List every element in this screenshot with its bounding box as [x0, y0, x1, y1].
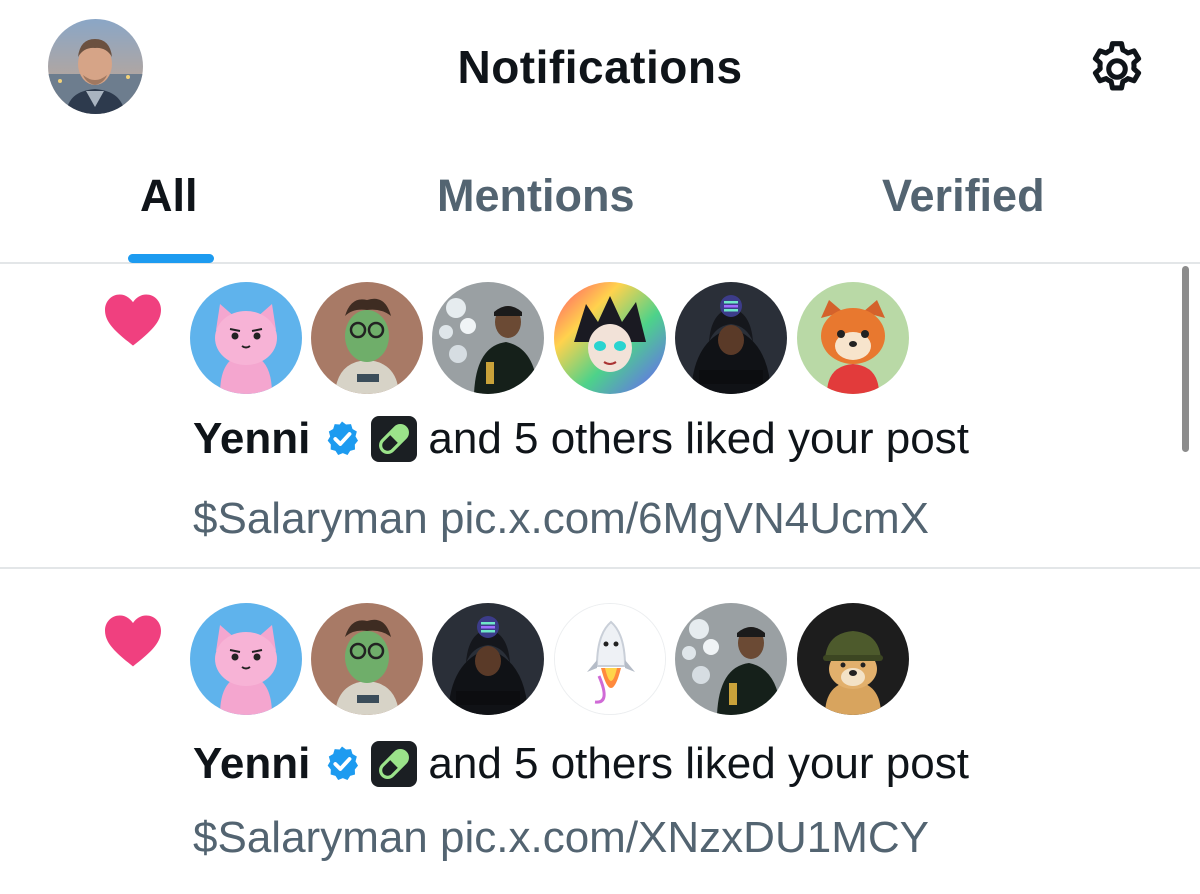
- pink-cat-avatar[interactable]: [190, 282, 302, 394]
- pill-emoji-icon: [370, 740, 418, 788]
- pill-emoji-icon: [370, 415, 418, 463]
- notification-item[interactable]: Yenni and 5 others liked your post $Sala…: [0, 264, 1200, 569]
- settings-button[interactable]: [1082, 38, 1152, 100]
- scrollbar[interactable]: [1182, 266, 1189, 452]
- green-character-avatar[interactable]: [311, 282, 423, 394]
- hooded-man-solana-avatar[interactable]: [432, 603, 544, 715]
- green-character-avatar[interactable]: [311, 603, 423, 715]
- post-preview-text[interactable]: $Salaryman pic.x.com/6MgVN4UcmX: [193, 494, 929, 544]
- user-name[interactable]: Yenni: [193, 739, 310, 789]
- champagne-man-avatar[interactable]: [675, 603, 787, 715]
- header: Notifications: [0, 0, 1200, 135]
- rainbow-anime-avatar[interactable]: [554, 282, 666, 394]
- active-tab-indicator: [128, 254, 214, 263]
- heart-icon: [102, 613, 164, 669]
- user-name[interactable]: Yenni: [193, 414, 310, 464]
- notification-summary: Yenni and 5 others liked your post: [193, 739, 969, 789]
- tab-all[interactable]: All: [140, 170, 198, 222]
- champagne-man-avatar[interactable]: [432, 282, 544, 394]
- helmet-dog-avatar[interactable]: [797, 603, 909, 715]
- page-title: Notifications: [457, 41, 743, 93]
- notification-action-text: and 5 others liked your post: [428, 414, 969, 463]
- pink-cat-avatar[interactable]: [190, 603, 302, 715]
- hooded-man-solana-avatar[interactable]: [675, 282, 787, 394]
- gear-icon: [1092, 41, 1142, 91]
- verified-badge-icon: [322, 744, 362, 784]
- notification-item[interactable]: Yenni and 5 others liked your post $Sala…: [0, 571, 1200, 894]
- notification-summary: Yenni and 5 others liked your post: [193, 414, 969, 464]
- tab-bar: All Mentions Verified: [0, 140, 1200, 264]
- post-preview-text[interactable]: $Salaryman pic.x.com/XNzxDU1MCY: [193, 813, 929, 863]
- verified-badge-icon: [322, 419, 362, 459]
- tab-mentions[interactable]: Mentions: [437, 170, 635, 222]
- red-panda-avatar[interactable]: [797, 282, 909, 394]
- notification-action-text: and 5 others liked your post: [428, 739, 969, 788]
- heart-icon: [102, 292, 164, 348]
- tab-verified[interactable]: Verified: [882, 170, 1045, 222]
- rocket-avatar[interactable]: [554, 603, 666, 715]
